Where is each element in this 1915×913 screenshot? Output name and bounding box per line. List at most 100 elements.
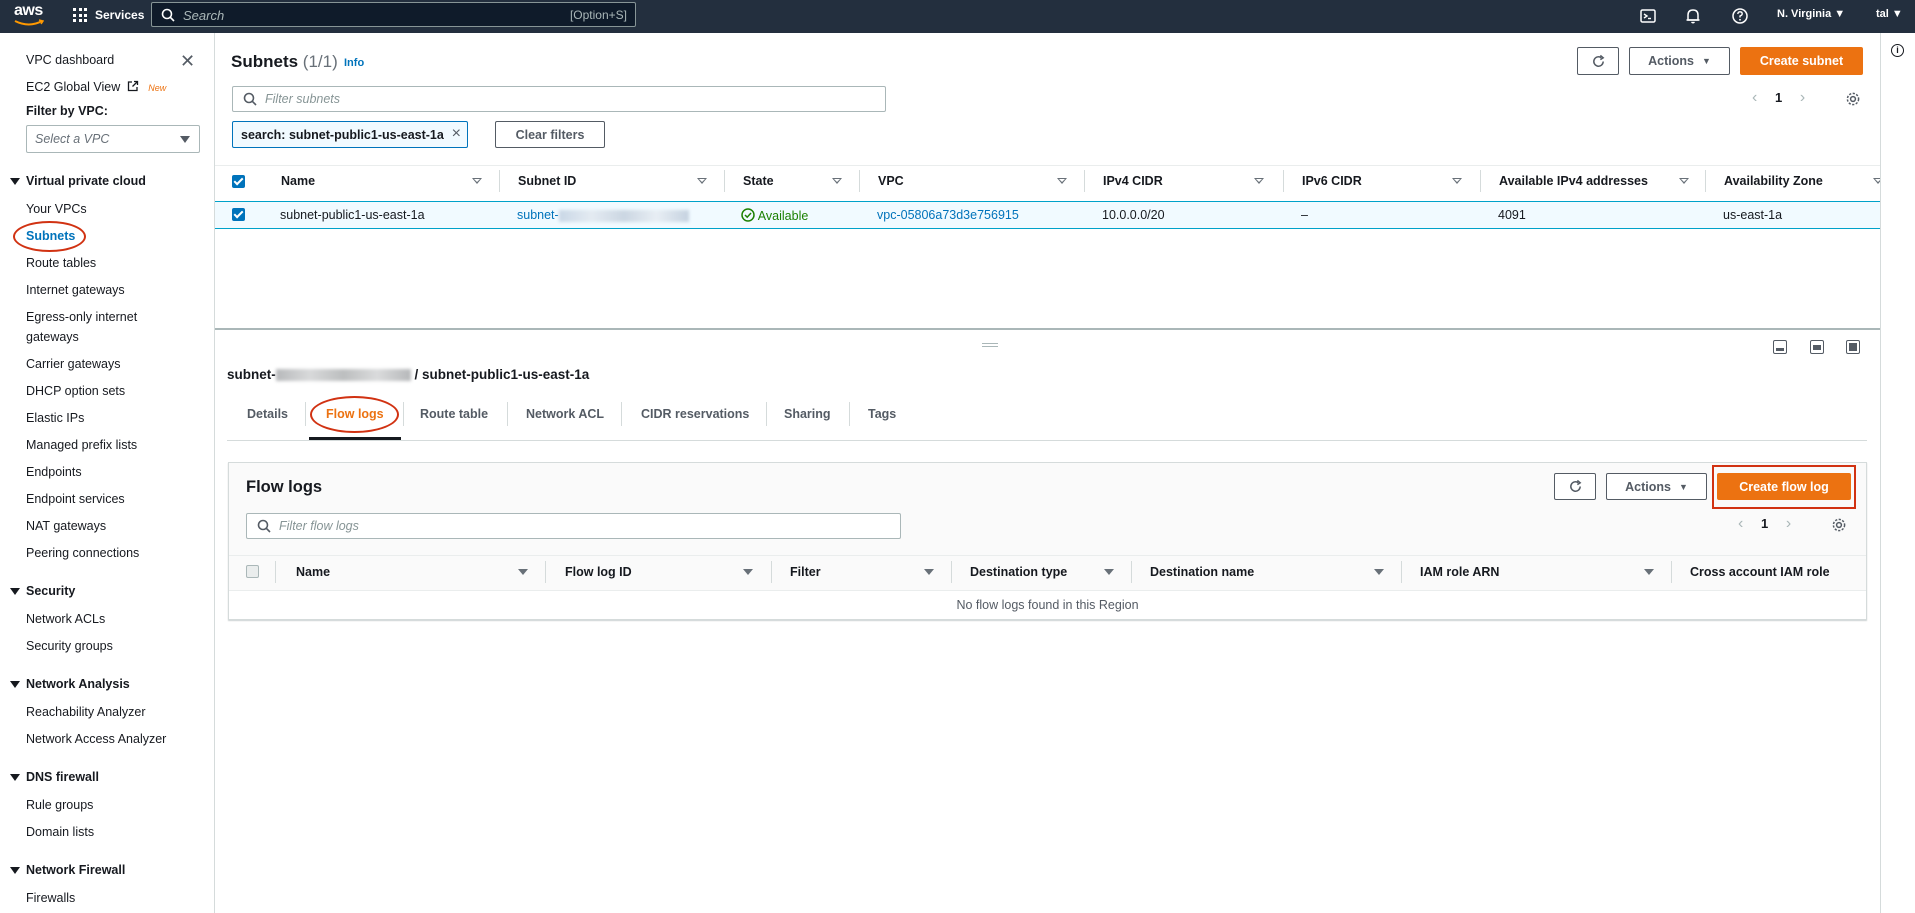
tab-details[interactable]: Details [247, 407, 288, 421]
sidebar-item-your-vpcs[interactable]: Your VPCs [26, 202, 87, 216]
refresh-button[interactable] [1577, 47, 1619, 75]
sort-icon[interactable] [832, 178, 842, 184]
filter-flow-logs-input[interactable]: Filter flow logs [246, 513, 901, 539]
sidebar-item-rule-groups[interactable]: Rule groups [26, 798, 93, 812]
tab-network-acl[interactable]: Network ACL [526, 407, 604, 421]
column-header-name[interactable]: Name [296, 565, 330, 579]
column-header-state[interactable]: State [743, 174, 774, 188]
close-icon[interactable]: ✕ [180, 51, 195, 72]
bell-icon[interactable] [1684, 7, 1702, 25]
cell-vpc[interactable]: vpc-05806a73d3e756915 [877, 208, 1019, 222]
sidebar-section-network-analysis[interactable]: Network Analysis [10, 677, 130, 691]
services-menu[interactable]: Services [73, 8, 144, 22]
sidebar-section-dns-firewall[interactable]: DNS firewall [10, 770, 99, 784]
tab-sharing[interactable]: Sharing [784, 407, 831, 421]
tab-cidr-reservations[interactable]: CIDR reservations [641, 407, 749, 421]
sidebar-item-vpc-dashboard[interactable]: VPC dashboard [26, 53, 114, 67]
sort-icon[interactable] [697, 178, 707, 184]
column-header-vpc[interactable]: VPC [878, 174, 904, 188]
info-link[interactable]: Info [344, 57, 364, 69]
sidebar-item-firewalls[interactable]: Firewalls [26, 891, 75, 905]
column-header-flow-log-id[interactable]: Flow log ID [565, 565, 632, 579]
sort-icon[interactable] [518, 569, 528, 575]
clear-filters-button[interactable]: Clear filters [495, 121, 605, 148]
page-number[interactable]: 1 [1761, 516, 1768, 531]
tab-route-table[interactable]: Route table [420, 407, 488, 421]
sort-icon[interactable] [1057, 178, 1067, 184]
sort-icon[interactable] [743, 569, 753, 575]
sidebar-item-elastic-ips[interactable]: Elastic IPs [26, 411, 84, 425]
remove-token-icon[interactable]: × [452, 125, 461, 143]
chevron-right-icon[interactable]: › [1800, 89, 1805, 106]
create-subnet-button[interactable]: Create subnet [1740, 47, 1863, 75]
chevron-right-icon[interactable]: › [1786, 515, 1791, 532]
sidebar-item-egress-only-line2[interactable]: gateways [26, 330, 79, 344]
aws-logo[interactable]: aws [14, 2, 46, 28]
region-selector[interactable]: N. Virginia ▼ [1777, 8, 1845, 20]
help-icon[interactable] [1731, 7, 1749, 25]
info-icon[interactable]: i [1891, 44, 1904, 57]
sidebar-item-route-tables[interactable]: Route tables [26, 256, 96, 270]
sort-icon[interactable] [1679, 178, 1689, 184]
sidebar-item-domain-lists[interactable]: Domain lists [26, 825, 94, 839]
row-checkbox[interactable] [232, 208, 245, 221]
split-panel-divider[interactable] [215, 328, 1880, 330]
sidebar-item-security-groups[interactable]: Security groups [26, 639, 113, 653]
column-header-cross-account-iam-role[interactable]: Cross account IAM role [1690, 565, 1830, 579]
sidebar-item-nat-gateways[interactable]: NAT gateways [26, 519, 106, 533]
sidebar-section-network-firewall[interactable]: Network Firewall [10, 863, 125, 877]
user-menu[interactable]: tal ▼ [1876, 8, 1903, 20]
sidebar-section-vpc[interactable]: Virtual private cloud [10, 174, 146, 188]
column-header-ipv6-cidr[interactable]: IPv6 CIDR [1302, 174, 1362, 188]
cloudshell-icon[interactable] [1639, 7, 1657, 25]
vpc-filter-select[interactable]: Select a VPC [26, 125, 200, 153]
column-header-filter[interactable]: Filter [790, 565, 821, 579]
column-header-name[interactable]: Name [281, 174, 315, 188]
settings-gear-icon[interactable] [1831, 517, 1847, 533]
sidebar-item-network-acls[interactable]: Network ACLs [26, 612, 105, 626]
chevron-left-icon[interactable]: ‹ [1752, 89, 1757, 106]
flow-logs-actions-button[interactable]: Actions ▼ [1606, 473, 1707, 500]
column-header-subnet-id[interactable]: Subnet ID [518, 174, 576, 188]
chevron-left-icon[interactable]: ‹ [1738, 515, 1743, 532]
table-row[interactable] [215, 201, 1880, 229]
global-search-input[interactable]: Search [Option+S] [151, 2, 636, 27]
settings-gear-icon[interactable] [1845, 91, 1861, 107]
cell-subnet-id[interactable]: subnet- [517, 208, 689, 222]
sidebar-item-managed-prefix-lists[interactable]: Managed prefix lists [26, 438, 137, 452]
resize-handle-icon[interactable] [982, 343, 998, 347]
filter-subnets-input[interactable]: Filter subnets [232, 86, 886, 112]
sidebar-item-peering-connections[interactable]: Peering connections [26, 546, 139, 560]
page-number[interactable]: 1 [1775, 90, 1782, 105]
select-all-checkbox[interactable] [232, 175, 245, 188]
flow-logs-refresh-button[interactable] [1554, 473, 1596, 500]
actions-button[interactable]: Actions ▼ [1629, 47, 1730, 75]
sort-icon[interactable] [1254, 178, 1264, 184]
column-header-iam-role-arn[interactable]: IAM role ARN [1420, 565, 1499, 579]
sort-icon[interactable] [924, 569, 934, 575]
column-header-destination-name[interactable]: Destination name [1150, 565, 1254, 579]
panel-bottom-icon[interactable] [1773, 340, 1787, 354]
panel-full-icon[interactable] [1846, 340, 1860, 354]
sort-icon[interactable] [1104, 569, 1114, 575]
sidebar-item-endpoints[interactable]: Endpoints [26, 465, 82, 479]
sidebar-item-endpoint-services[interactable]: Endpoint services [26, 492, 125, 506]
column-header-destination-type[interactable]: Destination type [970, 565, 1067, 579]
column-header-ipv4-cidr[interactable]: IPv4 CIDR [1103, 174, 1163, 188]
sort-icon[interactable] [472, 178, 482, 184]
sort-icon[interactable] [1374, 569, 1384, 575]
sort-icon[interactable] [1452, 178, 1462, 184]
sidebar-section-security[interactable]: Security [10, 584, 75, 598]
sidebar-item-egress-only-line1[interactable]: Egress-only internet [26, 310, 137, 324]
sidebar-item-carrier-gateways[interactable]: Carrier gateways [26, 357, 120, 371]
panel-side-icon[interactable] [1810, 340, 1824, 354]
sidebar-item-dhcp-option-sets[interactable]: DHCP option sets [26, 384, 125, 398]
sidebar-item-network-access-analyzer[interactable]: Network Access Analyzer [26, 732, 166, 746]
tab-tags[interactable]: Tags [868, 407, 896, 421]
column-header-available-ipv4[interactable]: Available IPv4 addresses [1499, 174, 1648, 188]
sort-icon[interactable] [1644, 569, 1654, 575]
sidebar-item-ec2-global-view[interactable]: EC2 Global View New [26, 80, 166, 94]
column-header-availability-zone[interactable]: Availability Zone [1724, 174, 1823, 188]
sidebar-item-internet-gateways[interactable]: Internet gateways [26, 283, 125, 297]
sidebar-item-reachability-analyzer[interactable]: Reachability Analyzer [26, 705, 146, 719]
